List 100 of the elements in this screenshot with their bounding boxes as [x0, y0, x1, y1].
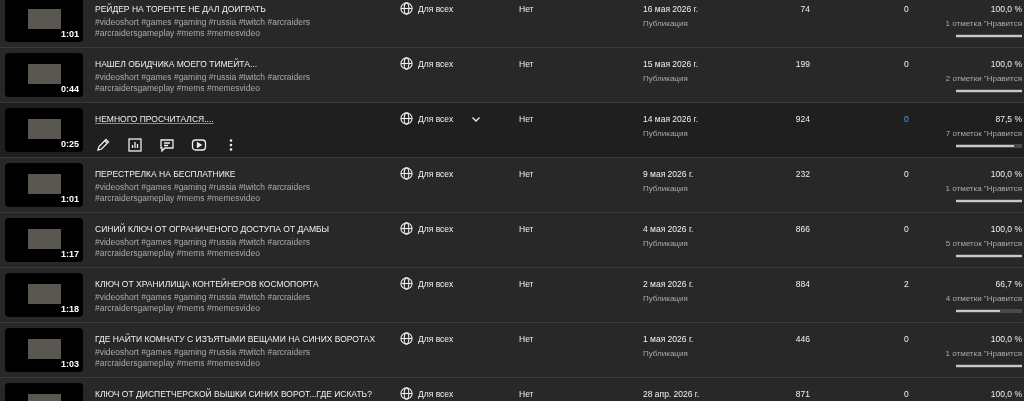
- view-count: 74: [800, 4, 810, 14]
- globe-icon: [400, 2, 413, 15]
- restrictions-label: Нет: [519, 169, 534, 179]
- video-description: #videoshort #games #gaming #russia #twitch #arcraiders #arcraidersgameplay #mems #memesvideo: [95, 72, 311, 94]
- restrictions-label: Нет: [519, 279, 534, 289]
- video-description: #videoshort #games #gaming #russia #twitch #arcraiders #arcraidersgameplay #mems #memesvideo: [95, 237, 311, 259]
- date-status: Публикация: [643, 19, 689, 28]
- comment-count: 0: [904, 4, 909, 14]
- video-duration: 0:44: [61, 84, 79, 94]
- video-title[interactable]: КЛЮЧ ОТ ХРАНИЛИЩА КОНТЕЙНЕРОВ КОСМОПОРТА: [95, 279, 319, 289]
- like-percentage: 100,0 %: [990, 389, 1022, 399]
- video-title[interactable]: КЛЮЧ ОТ ДИСПЕТЧЕРСКОЙ ВЫШКИ СИНИХ ВОРОТ...ГДЕ ИСКАТЬ?: [95, 389, 372, 399]
- video-duration: 0:25: [61, 139, 79, 149]
- restrictions-label: Нет: [519, 389, 534, 399]
- video-duration: 1:17: [61, 249, 79, 259]
- play-icon[interactable]: [191, 137, 207, 153]
- video-row[interactable]: [0, 0, 1024, 48]
- view-count: 446: [795, 334, 810, 344]
- pencil-icon[interactable]: [95, 137, 111, 153]
- video-description: #videoshort #games #gaming #russia #twitch #arcraiders #arcraidersgameplay #mems #memesvideo: [95, 182, 311, 204]
- like-count: 2 отметки "Нравится: [945, 74, 1022, 83]
- video-duration: 1:01: [61, 194, 79, 204]
- like-percentage: 87,5 %: [995, 114, 1022, 124]
- globe-icon: [400, 387, 413, 400]
- photo-placeholder: [28, 119, 61, 139]
- visibility-label: Для всех: [418, 224, 454, 234]
- globe-icon: [400, 222, 413, 235]
- video-row[interactable]: 0:25 НЕМНОГО ПРОСЧИТАЛСЯ.... Для всех Нет 14 мая 2026 г. Публикация 924 0 87,5 % 7 отметок "Нравится: [0, 103, 1024, 158]
- like-count: 1 отметка "Нравится: [945, 184, 1022, 193]
- publish-date: 16 мая 2026 г.: [643, 4, 700, 14]
- publish-date: 28 апр. 2026 г.: [643, 389, 701, 399]
- view-count: 924: [795, 114, 810, 124]
- visibility-label: Для всех: [418, 59, 454, 69]
- visibility-label: Для всех: [418, 334, 454, 344]
- visibility-label: Для всех: [418, 279, 454, 289]
- video-thumbnail[interactable]: 0:44: [5, 53, 83, 97]
- visibility-label: Для всех: [418, 169, 454, 179]
- comment-count: 0: [904, 59, 909, 69]
- date-status: Публикация: [643, 294, 689, 303]
- like-count: 1 отметка "Нравится: [945, 349, 1022, 358]
- comment-count: 0: [904, 114, 909, 124]
- like-count: 4 отметки "Нравится: [945, 294, 1022, 303]
- video-thumbnail[interactable]: 1:18: [5, 273, 83, 317]
- video-title[interactable]: РЕЙДЕР НА ТОРЕНТЕ НЕ ДАЛ ДОИГРАТЬ: [95, 4, 266, 14]
- comment-icon[interactable]: [159, 137, 175, 153]
- publish-date: 15 мая 2026 г.: [643, 59, 700, 69]
- video-title[interactable]: НЕМНОГО ПРОСЧИТАЛСЯ....: [95, 114, 214, 124]
- date-status: Публикация: [643, 74, 689, 83]
- comment-count: 0: [904, 334, 909, 344]
- globe-icon: [400, 332, 413, 345]
- video-description: #videoshort #games #gaming #russia #twitch #arcraiders #arcraidersgameplay #mems #memesvideo: [95, 17, 311, 39]
- like-count: 5 отметок "Нравится: [945, 239, 1022, 248]
- like-percentage: 100,0 %: [990, 224, 1022, 234]
- restrictions-label: Нет: [519, 4, 534, 14]
- video-thumbnail[interactable]: 1:03: [5, 328, 83, 372]
- restrictions-label: Нет: [519, 59, 534, 69]
- publish-date: 2 мая 2026 г.: [643, 279, 695, 289]
- video-title[interactable]: НАШЕЛ ОБИДЧИКА МОЕГО ТИМЕЙТА...: [95, 59, 257, 69]
- view-count: 199: [795, 59, 810, 69]
- view-count: 884: [795, 279, 810, 289]
- globe-icon: [400, 57, 413, 70]
- like-percentage: 100,0 %: [990, 334, 1022, 344]
- visibility-label: Для всех: [418, 4, 454, 14]
- photo-placeholder: [28, 229, 61, 249]
- view-count: 232: [795, 169, 810, 179]
- video-thumbnail[interactable]: 1:01: [5, 0, 83, 42]
- video-thumbnail[interactable]: 1:17: [5, 218, 83, 262]
- date-status: Публикация: [643, 129, 689, 138]
- publish-date: 1 мая 2026 г.: [643, 334, 695, 344]
- publish-date: 14 мая 2026 г.: [643, 114, 700, 124]
- publish-date: 4 мая 2026 г.: [643, 224, 695, 234]
- video-thumbnail[interactable]: 1:01: [5, 163, 83, 207]
- comment-count: 0: [904, 389, 909, 399]
- like-percentage: 66,7 %: [995, 279, 1022, 289]
- restrictions-label: Нет: [519, 224, 534, 234]
- photo-placeholder: [28, 64, 61, 84]
- globe-icon: [400, 112, 413, 125]
- date-status: Публикация: [643, 184, 689, 193]
- visibility-label: Для всех: [418, 389, 454, 399]
- bar-chart-icon[interactable]: [127, 137, 143, 153]
- video-description: #videoshort #games #gaming #russia #twitch #arcraiders #arcraidersgameplay #mems #memesvideo: [95, 347, 311, 369]
- video-description: #videoshort #games #gaming #russia #twitch #arcraiders #arcraidersgameplay #mems #memesvideo: [95, 292, 311, 314]
- photo-placeholder: [28, 284, 61, 304]
- publish-date: 9 мая 2026 г.: [643, 169, 695, 179]
- photo-placeholder: [28, 9, 61, 29]
- video-thumbnail[interactable]: 0:25: [5, 108, 83, 152]
- video-title[interactable]: ГДЕ НАЙТИ КОМНАТУ С ИЗЪЯТЫМИ ВЕЩАМИ НА СИНИХ ВОРОТАХ: [95, 334, 376, 344]
- video-title[interactable]: ПЕРЕСТРЕЛКА НА БЕСПЛАТНИКЕ: [95, 169, 236, 179]
- like-percentage: 100,0 %: [990, 169, 1022, 179]
- photo-placeholder: [28, 339, 61, 359]
- view-count: 871: [795, 389, 810, 399]
- restrictions-label: Нет: [519, 334, 534, 344]
- view-count: 866: [795, 224, 810, 234]
- restrictions-label: Нет: [519, 114, 534, 124]
- video-title[interactable]: СИНИЙ КЛЮЧ ОТ ОГРАНИЧЕНОГО ДОСТУПА ОТ ДАМБЫ: [95, 224, 330, 234]
- date-status: Публикация: [643, 349, 689, 358]
- comment-count: 0: [904, 224, 909, 234]
- video-duration: 1:03: [61, 359, 79, 369]
- video-duration: 1:01: [61, 29, 79, 39]
- like-percentage: 100,0 %: [990, 4, 1022, 14]
